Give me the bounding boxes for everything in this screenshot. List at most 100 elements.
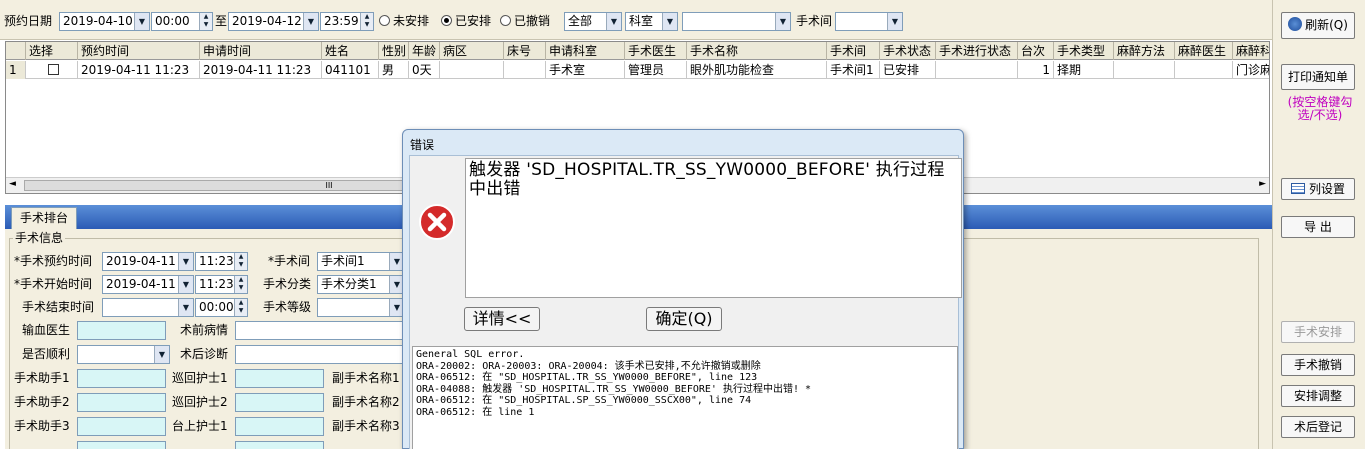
chevron-down-icon[interactable]: ▼ [662, 13, 677, 30]
chevron-down-icon[interactable]: ▼ [178, 299, 193, 316]
table-cell[interactable]: 男 [379, 61, 409, 79]
appt-date-picker[interactable]: 2019-04-11 ▼ [102, 252, 194, 271]
time-to-spinner[interactable]: 23:59 ▲ ▼ [320, 12, 374, 31]
dept-value-select[interactable]: ▼ [682, 12, 791, 31]
table-cell[interactable]: 手术室 [546, 61, 625, 79]
assistant4-field-partial[interactable] [77, 441, 166, 449]
start-date-picker[interactable]: 2019-04-11 ▼ [102, 275, 194, 294]
arrange-button[interactable]: 手术安排 [1281, 321, 1355, 343]
spinner-arrows-icon[interactable]: ▲ ▼ [360, 13, 373, 30]
spinner-arrows-icon[interactable]: ▲ ▼ [234, 276, 247, 293]
chevron-down-icon[interactable]: ▼ [154, 346, 169, 363]
assistant1-field[interactable] [77, 369, 166, 388]
table-cell[interactable]: 择期 [1054, 61, 1114, 79]
chevron-down-icon[interactable]: ▼ [887, 13, 902, 30]
ok-button[interactable]: 确定(Q) [646, 307, 722, 331]
table-cell[interactable]: 眼外肌功能检查 [687, 61, 827, 79]
column-header[interactable]: 麻醉科室 [1233, 42, 1269, 60]
column-header[interactable]: 手术间 [827, 42, 880, 60]
column-header[interactable]: 选择 [26, 42, 78, 60]
column-header[interactable]: 预约时间 [78, 42, 200, 60]
table-cell[interactable]: 041101 [322, 61, 379, 79]
transfusion-field[interactable] [77, 321, 166, 340]
post-register-button[interactable]: 术后登记 [1281, 416, 1355, 438]
spinner-arrows-icon[interactable]: ▲ ▼ [234, 253, 247, 270]
table-cell[interactable] [26, 61, 78, 79]
column-header[interactable]: 申请时间 [200, 42, 322, 60]
column-header[interactable]: 手术类型 [1054, 42, 1114, 60]
table-cell[interactable]: 门诊麻醉 [1233, 61, 1269, 79]
adjust-button[interactable]: 安排调整 [1281, 385, 1355, 407]
category-select[interactable]: 手术分类1 ▼ [317, 275, 405, 294]
column-header[interactable]: 麻醉方法 [1114, 42, 1175, 60]
status-select[interactable]: 全部 ▼ [564, 12, 622, 31]
date-to-picker[interactable]: 2019-04-12 ▼ [228, 12, 319, 31]
table-cell[interactable] [1114, 61, 1175, 79]
column-header[interactable]: 手术状态 [880, 42, 936, 60]
column-header[interactable]: 麻醉医生 [1175, 42, 1233, 60]
table-cell[interactable] [504, 61, 546, 79]
dept-select[interactable]: 科室 ▼ [625, 12, 678, 31]
table-cell[interactable] [936, 61, 1018, 79]
end-date-picker[interactable]: ▼ [102, 298, 194, 317]
arrow-left-icon[interactable]: ◄ [9, 179, 16, 189]
select-checkbox[interactable] [47, 64, 59, 75]
print-notice-button[interactable]: 打印通知单 [1281, 64, 1355, 90]
assistant2-field[interactable] [77, 393, 166, 412]
column-header[interactable]: 手术医生 [625, 42, 687, 60]
table-cell[interactable]: 已安排 [880, 61, 936, 79]
export-button[interactable]: 导 出 [1281, 216, 1355, 238]
start-time-spinner[interactable]: 11:23 ▲ ▼ [195, 275, 248, 294]
column-header[interactable]: 性别 [379, 42, 409, 60]
post-diagnosis-field[interactable] [235, 345, 410, 364]
circ-nurse1-field[interactable] [235, 369, 324, 388]
cancel-surgery-button[interactable]: 手术撤销 [1281, 354, 1355, 376]
column-header[interactable]: 病区 [440, 42, 504, 60]
column-settings-button[interactable]: 列设置 [1281, 178, 1355, 200]
column-header[interactable]: 台次 [1018, 42, 1054, 60]
end-time-spinner[interactable]: 00:00 ▲ ▼ [195, 298, 248, 317]
spinner-arrows-icon[interactable]: ▲ ▼ [199, 13, 212, 30]
table-cell[interactable]: 管理员 [625, 61, 687, 79]
column-header[interactable]: 申请科室 [546, 42, 625, 60]
column-header[interactable]: 手术进行状态 [936, 42, 1018, 60]
table-cell[interactable]: 0天 [409, 61, 440, 79]
smooth-select[interactable]: ▼ [77, 345, 170, 364]
time-from-spinner[interactable]: 00:00 ▲ ▼ [151, 12, 213, 31]
pre-condition-field[interactable] [235, 321, 410, 340]
chevron-down-icon[interactable]: ▼ [606, 13, 621, 30]
circ-nurse2-field[interactable] [235, 393, 324, 412]
radio-scheduled[interactable]: 已安排 [441, 12, 491, 31]
radio-unscheduled[interactable]: 未安排 [379, 12, 429, 31]
table-cell[interactable]: 2019-04-11 11:23 [200, 61, 322, 79]
room-select[interactable]: ▼ [835, 12, 903, 31]
refresh-button[interactable]: 刷新(Q) [1281, 12, 1355, 39]
tab-schedule[interactable]: 手术排台 [11, 207, 77, 229]
column-header[interactable]: 年龄 [409, 42, 440, 60]
table-row[interactable]: 1 2019-04-11 11:23 2019-04-11 11:23 041101 男… [6, 61, 1269, 79]
appt-time-spinner[interactable]: 11:23 ▲ ▼ [195, 252, 248, 271]
chevron-down-icon[interactable]: ▼ [178, 276, 193, 293]
level-select[interactable]: ▼ [317, 298, 405, 317]
room-field-select[interactable]: 手术间1 ▼ [317, 252, 405, 271]
arrow-right-icon[interactable]: ► [1259, 179, 1266, 189]
chevron-down-icon[interactable]: ▼ [134, 13, 149, 30]
assistant3-field[interactable] [77, 417, 166, 436]
spinner-arrows-icon[interactable]: ▲ ▼ [234, 299, 247, 316]
chevron-down-icon[interactable]: ▼ [775, 13, 790, 30]
table-cell[interactable] [1175, 61, 1233, 79]
chevron-down-icon[interactable]: ▼ [303, 13, 318, 30]
chevron-down-icon[interactable]: ▼ [178, 253, 193, 270]
column-header[interactable]: 姓名 [322, 42, 379, 60]
radio-cancelled[interactable]: 已撤销 [500, 12, 550, 31]
table-cell[interactable]: 1 [1018, 61, 1054, 79]
details-button[interactable]: 详情<< [464, 307, 540, 331]
column-header[interactable]: 手术名称 [687, 42, 827, 60]
scrub-nurse2-field-partial[interactable] [235, 441, 324, 449]
table-cell[interactable]: 2019-04-11 11:23 [78, 61, 200, 79]
scrub-nurse1-field[interactable] [235, 417, 324, 436]
table-cell[interactable] [440, 61, 504, 79]
date-from-picker[interactable]: 2019-04-10 ▼ [59, 12, 150, 31]
column-header[interactable]: 床号 [504, 42, 546, 60]
table-cell[interactable]: 手术间1 [827, 61, 880, 79]
